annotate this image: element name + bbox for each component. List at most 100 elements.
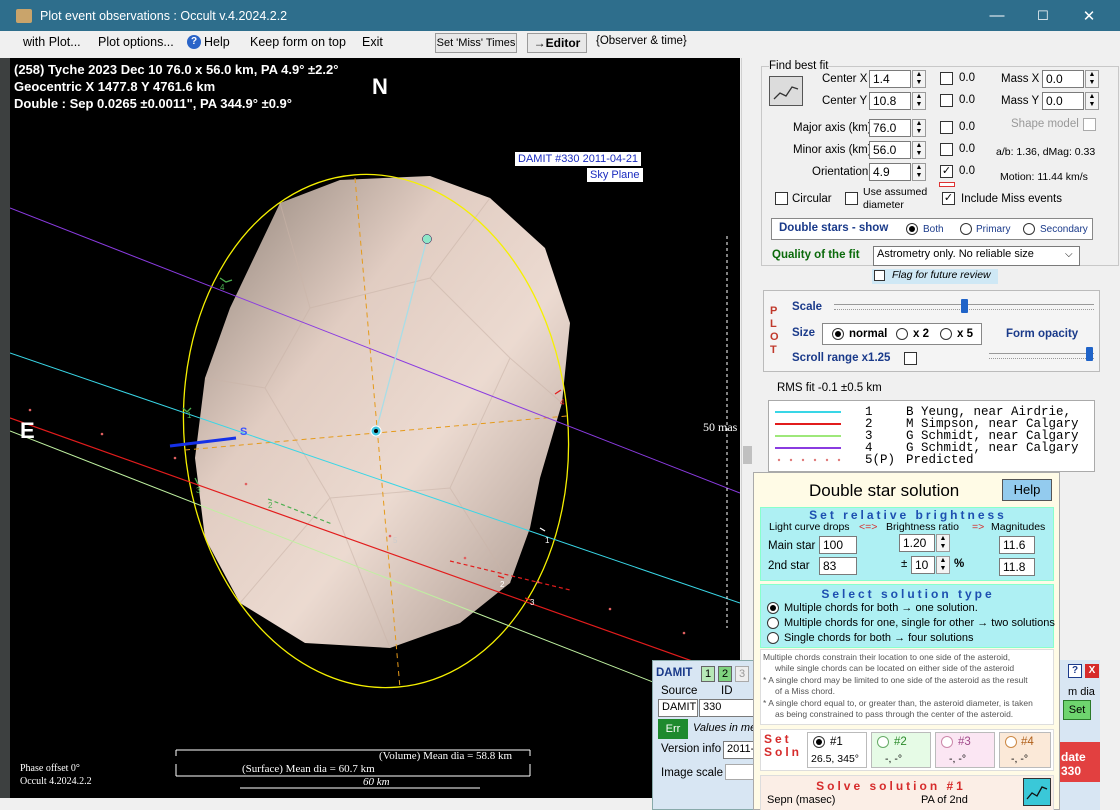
damit-tab-1[interactable]: 1 [701, 666, 715, 682]
center-y-spin[interactable]: ▲ ▼ [912, 92, 926, 110]
soln-2-radio[interactable] [877, 736, 889, 748]
minimize-button[interactable]: — [974, 0, 1020, 31]
soln-4-radio[interactable] [1005, 736, 1017, 748]
primary-radio[interactable] [960, 223, 972, 235]
minor-axis-input[interactable]: 56.0 [869, 141, 911, 159]
opt2-radio[interactable] [767, 617, 779, 629]
note-line: * A single chord may be limited to one s… [763, 675, 1028, 685]
size-x5-radio[interactable] [940, 328, 952, 340]
damit-tab-2[interactable]: 2 [718, 666, 732, 682]
source-input[interactable]: DAMIT [658, 699, 698, 717]
flag-review-checkbox[interactable] [874, 270, 885, 281]
ds-help-button[interactable]: Help [1002, 479, 1052, 501]
menu-bar: with Plot... Plot options... ? Help Keep… [0, 31, 1120, 56]
orientation-input[interactable]: 4.9 [869, 163, 911, 181]
major-checkbox[interactable] [940, 121, 953, 134]
mass-y-label: Mass Y [1001, 95, 1040, 107]
both-radio[interactable] [906, 223, 918, 235]
ratio-input[interactable]: 1.20 [899, 534, 935, 552]
set-miss-times-button[interactable]: Set 'Miss' Times [435, 33, 517, 53]
pct-input[interactable]: 10 [911, 556, 935, 574]
size-x2-radio[interactable] [896, 328, 908, 340]
east-label: E [20, 418, 35, 443]
center-y-input[interactable]: 10.8 [869, 92, 911, 110]
use-assumed-checkbox[interactable] [845, 192, 858, 205]
center-x-input[interactable]: 1.4 [869, 70, 911, 88]
menu-plot-options[interactable]: Plot options... [98, 35, 174, 49]
best-fit-button[interactable] [769, 76, 803, 106]
menu-exit[interactable]: Exit [362, 35, 383, 49]
chord-num: 1 [545, 536, 550, 545]
south-marker: S [240, 426, 248, 438]
size-normal-radio[interactable] [832, 328, 844, 340]
soln-1-label: #1 [830, 736, 843, 748]
minor-axis-spin[interactable]: ▲ ▼ [912, 141, 926, 159]
id-input[interactable]: 330 [699, 699, 759, 717]
opt1-label: Multiple chords for both → one solution. [784, 602, 978, 614]
chord-num: 2 [268, 501, 273, 510]
plot-area[interactable]: (258) Tyche 2023 Dec 10 76.0 x 56.0 km, … [10, 58, 740, 798]
menu-help[interactable]: Help [204, 35, 230, 49]
major-axis-input[interactable]: 76.0 [869, 119, 911, 137]
mag1-output: 11.6 [999, 536, 1035, 554]
opt1-radio[interactable] [767, 602, 779, 614]
opacity-slider[interactable] [989, 353, 1094, 359]
shape-model-label: Shape model [1011, 118, 1079, 130]
plot-options-panel: P L O T Scale Size normal x 2 x 5 Form o… [763, 290, 1100, 372]
include-miss-checkbox[interactable]: ✓ [942, 192, 955, 205]
main-star-input[interactable]: 100 [819, 536, 857, 554]
center-x-spin[interactable]: ▲ ▼ [912, 70, 926, 88]
chord-num: 4 [220, 283, 225, 292]
rms-fit: RMS fit -0.1 ±0.5 km [777, 382, 882, 394]
menu-with-plot[interactable]: with Plot... [23, 35, 81, 49]
shape-model-checkbox[interactable] [1083, 118, 1096, 131]
set-button[interactable]: Set [1063, 700, 1091, 720]
scroll-range-checkbox[interactable] [904, 352, 917, 365]
diameter-label: diameter [863, 199, 904, 211]
help-q-button[interactable]: ? [1068, 664, 1082, 678]
arrow-bidir: <=> [859, 521, 878, 533]
center-x-label: Center X [822, 73, 868, 85]
solution-type-title: Select solution type [821, 587, 995, 601]
maximize-button[interactable]: ☐ [1020, 0, 1066, 31]
center-x-delta: 0.0 [959, 72, 975, 84]
second-star-input[interactable]: 83 [819, 557, 857, 575]
secondary-radio[interactable] [1023, 223, 1035, 235]
ratio-spin[interactable]: ▲ ▼ [936, 534, 950, 552]
double-star-info: Double : Sep 0.0265 ±0.0011", PA 344.9° … [14, 96, 292, 111]
mass-x-spin[interactable]: ▲ ▼ [1085, 70, 1099, 88]
center-y-delta: 0.0 [959, 94, 975, 106]
editor-button[interactable]: →Editor [527, 33, 587, 53]
panel-close-button[interactable]: X [1085, 664, 1099, 678]
center-x-checkbox[interactable] [940, 72, 953, 85]
opt3-radio[interactable] [767, 632, 779, 644]
soln-1-value: 26.5, 345° [811, 753, 859, 765]
mass-x-input[interactable]: 0.0 [1042, 70, 1084, 88]
close-button[interactable]: ✕ [1066, 0, 1112, 31]
center-y-checkbox[interactable] [940, 94, 953, 107]
arrow-right: => [972, 521, 985, 533]
circular-checkbox[interactable] [775, 192, 788, 205]
quality-dropdown[interactable]: Astrometry only. No reliable size [873, 246, 1080, 266]
major-axis-spin[interactable]: ▲ ▼ [912, 119, 926, 137]
scale-slider-thumb[interactable] [961, 299, 968, 313]
color-swatch[interactable] [939, 182, 955, 187]
orientation-checkbox[interactable]: ✓ [940, 165, 953, 178]
mass-y-input[interactable]: 0.0 [1042, 92, 1084, 110]
damit-tab-3[interactable]: 3 [735, 666, 749, 682]
minor-checkbox[interactable] [940, 143, 953, 156]
minor-axis-label: Minor axis (km) [793, 144, 872, 156]
soln-4-value: -, -° [1011, 753, 1029, 765]
pct-spin[interactable]: ▲ ▼ [936, 556, 950, 574]
soln-3-radio[interactable] [941, 736, 953, 748]
mass-y-spin[interactable]: ▲ ▼ [1085, 92, 1099, 110]
menu-keep-on-top[interactable]: Keep form on top [250, 35, 346, 49]
opacity-slider-thumb[interactable] [1086, 347, 1093, 361]
scroll-range-label: Scroll range x1.25 [792, 352, 891, 364]
scrollbar-thumb[interactable] [743, 446, 752, 464]
soln-1-radio[interactable] [813, 736, 825, 748]
orientation-spin[interactable]: ▲ ▼ [912, 163, 926, 181]
err-button[interactable]: Err [658, 719, 688, 739]
mass-x-label: Mass X [1001, 73, 1040, 85]
solve-chart-button[interactable] [1023, 778, 1051, 806]
